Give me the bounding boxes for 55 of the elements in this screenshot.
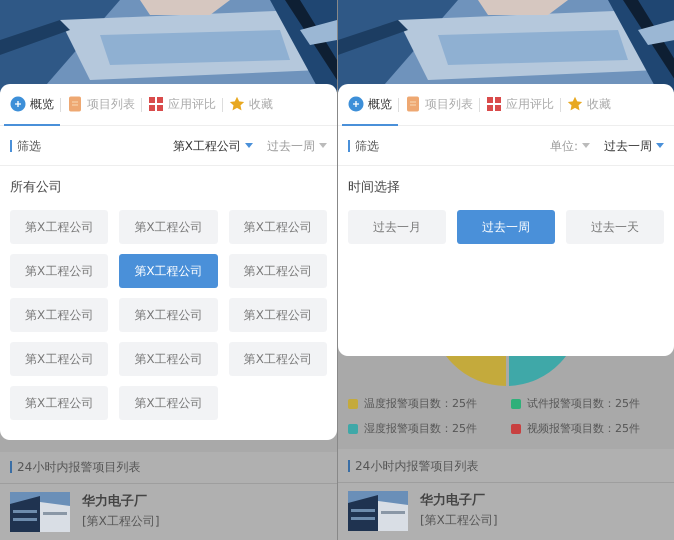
- option-button[interactable]: 第X工程公司: [119, 298, 218, 332]
- legend-text: 湿度报警项目数：25件: [364, 420, 477, 436]
- tab[interactable]: 项目列表: [61, 84, 141, 126]
- star-icon: [567, 96, 583, 112]
- caret-icon: [656, 143, 664, 148]
- option-button[interactable]: 第X工程公司: [119, 386, 218, 420]
- circle-plus-icon: [348, 96, 364, 112]
- legend-text: 试件报警项目数：25件: [527, 396, 640, 412]
- tab[interactable]: 收藏: [223, 84, 279, 126]
- tab[interactable]: 概览: [342, 84, 398, 126]
- section-title: 24小时内报警项目列表: [10, 461, 140, 474]
- tab[interactable]: 应用评比: [142, 84, 222, 126]
- legend-text: 温度报警项目数：25件: [364, 396, 477, 412]
- dropdown[interactable]: 过去一周: [267, 136, 327, 154]
- option-button[interactable]: 第X工程公司: [10, 386, 108, 420]
- option-button[interactable]: 第X工程公司: [228, 254, 327, 288]
- option-button[interactable]: 第X工程公司: [119, 342, 218, 376]
- tab[interactable]: 收藏: [561, 84, 617, 126]
- option-button[interactable]: 第X工程公司: [10, 210, 108, 244]
- tab[interactable]: 应用评比: [480, 84, 560, 126]
- dropdown[interactable]: 过去一周: [604, 136, 664, 154]
- section-heading: 时间选择: [348, 179, 401, 197]
- caret-icon: [582, 143, 590, 148]
- option-button[interactable]: 第X工程公司: [10, 342, 108, 376]
- filter-label: 筛选: [10, 140, 41, 152]
- option-button[interactable]: 第X工程公司: [10, 298, 108, 332]
- tab[interactable]: 项目列表: [399, 84, 479, 126]
- grid-icon: [486, 96, 502, 112]
- document-icon: [67, 96, 83, 112]
- option-button[interactable]: 第X工程公司: [10, 254, 108, 288]
- option-button[interactable]: 第X工程公司: [228, 210, 327, 244]
- option-button[interactable]: 第X工程公司: [228, 342, 327, 376]
- item-name: 华力电子厂: [82, 493, 148, 511]
- item-name: 华力电子厂: [420, 492, 486, 510]
- star-icon: [229, 96, 245, 112]
- dropdown[interactable]: 单位:: [550, 136, 590, 154]
- circle-plus-icon: [10, 96, 26, 112]
- option-button[interactable]: 第X工程公司: [228, 298, 327, 332]
- company-name: [第X工程公司]: [420, 512, 498, 528]
- section-title: 24小时内报警项目列表: [348, 460, 478, 472]
- section-heading: 所有公司: [10, 179, 63, 197]
- option-button[interactable]: 过去一周: [457, 210, 555, 244]
- option-button[interactable]: 过去一月: [348, 210, 446, 244]
- dropdown[interactable]: 第X工程公司: [172, 136, 253, 154]
- filter-label: 筛选: [348, 140, 379, 152]
- caret-icon: [319, 143, 327, 148]
- company-name: [第X工程公司]: [82, 512, 160, 530]
- tab[interactable]: 概览: [4, 84, 60, 126]
- option-button[interactable]: 第X工程公司: [119, 254, 218, 288]
- grid-icon: [148, 96, 164, 112]
- document-icon: [405, 96, 421, 112]
- option-button[interactable]: 过去一天: [566, 210, 664, 244]
- caret-icon: [245, 143, 253, 148]
- option-button[interactable]: 第X工程公司: [119, 210, 218, 244]
- legend-text: 视频报警项目数：25件: [527, 420, 640, 436]
